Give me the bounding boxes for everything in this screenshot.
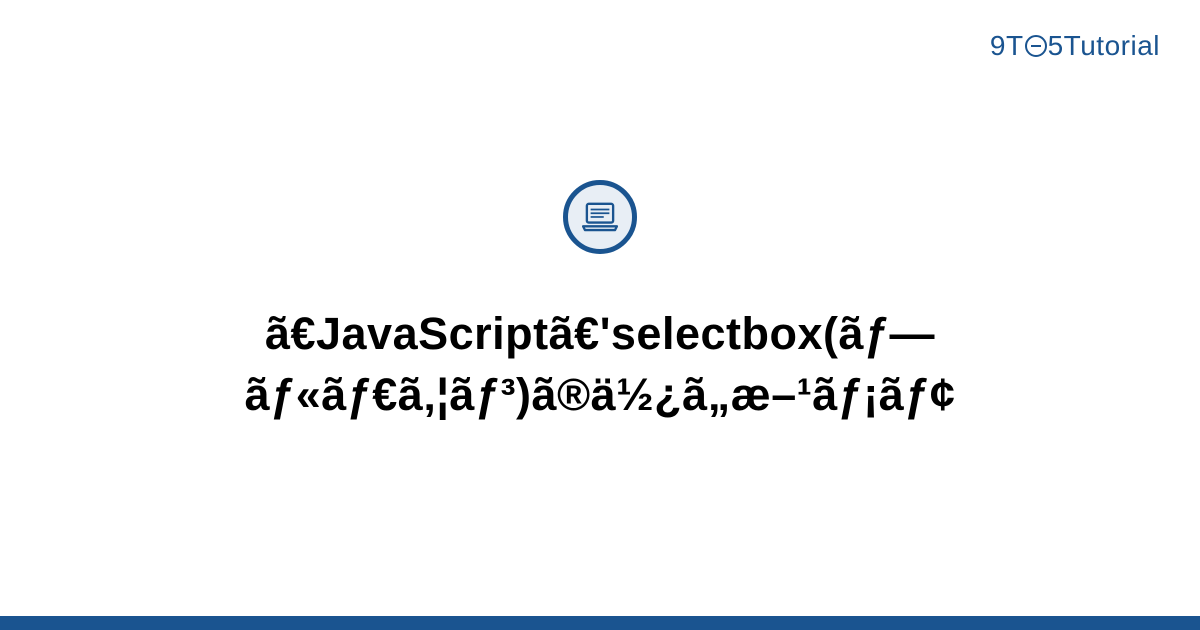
logo-t: T bbox=[1006, 30, 1024, 62]
site-logo: 9 T 5 Tutorial bbox=[990, 30, 1160, 62]
laptop-svg bbox=[581, 202, 619, 232]
laptop-icon bbox=[563, 180, 637, 254]
logo-tutorial: Tutorial bbox=[1064, 30, 1160, 62]
footer-accent-bar bbox=[0, 616, 1200, 630]
logo-nine: 9 bbox=[990, 30, 1006, 62]
logo-five: 5 bbox=[1048, 30, 1064, 62]
page-title: ã€JavaScriptã€'selectbox(ãƒ—ãƒ«ãƒ€ã‚¦ãƒ³… bbox=[0, 304, 1200, 426]
main-content: ã€JavaScriptã€'selectbox(ãƒ—ãƒ«ãƒ€ã‚¦ãƒ³… bbox=[0, 180, 1200, 426]
clock-icon bbox=[1025, 35, 1047, 57]
